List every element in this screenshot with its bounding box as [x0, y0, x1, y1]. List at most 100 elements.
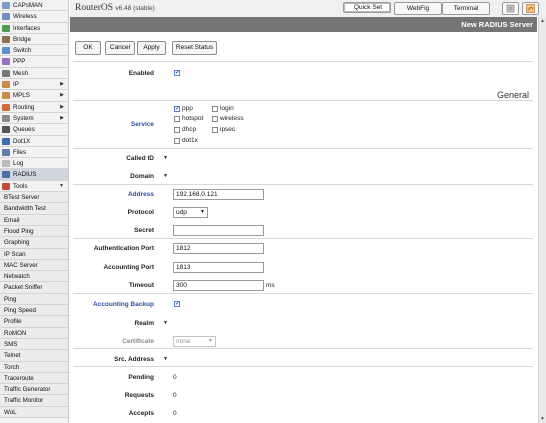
sidebar-item-tools[interactable]: Tools ▼ [0, 181, 68, 193]
secret-input[interactable] [173, 225, 264, 236]
realm-expand-icon[interactable]: ▼ [163, 320, 168, 326]
protocol-select[interactable]: udp ▼ [173, 207, 208, 218]
sidebar-item-interfaces[interactable]: Interfaces [0, 23, 68, 34]
apply-button[interactable]: Apply [137, 41, 166, 55]
tools-item-traffic-monitor[interactable]: Traffic Monitor [0, 395, 68, 407]
service-dot1x-checkbox[interactable] [174, 138, 180, 144]
tools-item-telnet[interactable]: Telnet [0, 350, 68, 362]
tools-item-traceroute[interactable]: Traceroute [0, 372, 68, 385]
divider [73, 366, 533, 367]
service-login-checkbox[interactable] [212, 106, 218, 112]
chevron-right-icon: ▶ [60, 103, 64, 110]
service-dhcp-label: dhcp [182, 126, 197, 133]
brand-title: RouterOS v6.48 (stable) [75, 3, 155, 13]
address-input[interactable] [173, 189, 264, 200]
certificate-select[interactable]: none ▼ [173, 336, 216, 347]
protocol-label: Protocol [127, 209, 154, 216]
tab-quick-set[interactable]: Quick Set [343, 2, 391, 13]
tools-item-graphing[interactable]: Graphing [0, 237, 68, 249]
divider [73, 61, 533, 62]
scroll-up-icon[interactable]: ▲ [540, 18, 545, 24]
sidebar-item-label: Tools [13, 182, 28, 190]
sidebar-item-files[interactable]: Files [0, 147, 68, 159]
reset-status-button[interactable]: Reset Status [172, 41, 217, 55]
tools-item-mac-server[interactable]: MAC Server [0, 259, 68, 272]
sidebar-item-ppp[interactable]: PPP [0, 56, 68, 68]
enabled-checkbox[interactable] [174, 69, 180, 76]
timeout-input[interactable] [173, 280, 264, 291]
sidebar-item-capsman[interactable]: CAPsMAN [0, 0, 68, 12]
tab-webfig[interactable]: WebFig [394, 2, 442, 15]
ok-button[interactable]: OK [75, 41, 101, 55]
accounting-backup-checkbox[interactable] [174, 300, 180, 307]
sidebar-item-log[interactable]: Log [0, 158, 68, 170]
tools-item-email[interactable]: Email [0, 214, 68, 226]
sidebar-item-label: IP [13, 81, 19, 89]
tools-item-torch[interactable]: Torch [0, 361, 68, 373]
service-ipsec-checkbox[interactable] [212, 127, 218, 133]
divider [73, 348, 533, 349]
cancel-button[interactable]: Cancel [105, 41, 135, 55]
settings-icon[interactable] [522, 2, 539, 15]
sidebar-item-ip[interactable]: IP ▶ [0, 79, 68, 91]
chevron-right-icon: ▶ [60, 92, 64, 99]
dot1x-icon [2, 137, 10, 145]
tools-item-profile[interactable]: Profile [0, 316, 68, 328]
tools-item-wol[interactable]: WoL [0, 406, 68, 418]
mpls-icon [2, 92, 10, 100]
sidebar-item-dot1x[interactable]: Dot1X [0, 136, 68, 147]
tools-item-btest-server[interactable]: BTest Server [0, 192, 68, 204]
chevron-down-icon: ▼ [208, 338, 213, 344]
sidebar-item-radius[interactable]: RADIUS [0, 169, 68, 181]
tools-item-ping-speed[interactable]: Ping Speed [0, 305, 68, 317]
called-id-expand-icon[interactable]: ▼ [163, 155, 168, 161]
sidebar-item-switch[interactable]: Switch [0, 45, 68, 57]
scroll-down-icon[interactable]: ▼ [540, 416, 545, 422]
service-ppp-checkbox[interactable] [174, 105, 180, 112]
auth-port-label: Authentication Port [93, 245, 154, 252]
acct-port-input[interactable] [173, 262, 264, 273]
tab-terminal[interactable]: Terminal [442, 2, 490, 15]
tools-item-flood-ping[interactable]: Flood Ping [0, 225, 68, 238]
sidebar-item-queues[interactable]: Queues [0, 124, 68, 136]
domain-label: Domain [130, 173, 154, 180]
switch-icon [2, 47, 10, 55]
design-skin-icon[interactable] [502, 2, 519, 15]
tools-item-sms[interactable]: SMS [0, 338, 68, 351]
service-login-label: login [220, 105, 234, 112]
tools-item-packet-sniffer[interactable]: Packet Sniffer [0, 282, 68, 294]
tools-item-romon[interactable]: RoMON [0, 327, 68, 339]
sidebar-item-label: Mesh [13, 69, 29, 77]
pending-label: Pending [128, 374, 154, 381]
sidebar-item-bridge[interactable]: Bridge [0, 34, 68, 46]
service-hotspot-checkbox[interactable] [174, 116, 180, 122]
interfaces-icon [2, 24, 10, 32]
sidebar-item-wireless[interactable]: Wireless [0, 11, 68, 23]
sidebar-item-mpls[interactable]: MPLS ▶ [0, 90, 68, 102]
service-wireless-checkbox[interactable] [212, 116, 218, 122]
tools-item-netwatch[interactable]: Netwatch [0, 271, 68, 283]
chevron-right-icon: ▶ [60, 114, 64, 121]
service-dhcp-checkbox[interactable] [174, 127, 180, 133]
divider [73, 238, 533, 239]
section-general: General [496, 90, 529, 100]
scrollbar[interactable]: ▲ ▼ [538, 17, 546, 423]
sidebar-menu: CAPsMAN Wireless Interfaces Bridge Switch PPP… [0, 0, 69, 423]
sidebar-item-routing[interactable]: Routing ▶ [0, 102, 68, 113]
tools-item-ping[interactable]: Ping [0, 293, 68, 306]
sidebar-item-label: MPLS [13, 92, 30, 100]
requests-label: Requests [124, 392, 154, 399]
src-address-expand-icon[interactable]: ▼ [163, 356, 168, 362]
tools-item-bandwidth-test[interactable]: Bandwidth Test [0, 203, 68, 215]
chevron-down-icon: ▼ [59, 182, 64, 189]
radius-icon [2, 171, 10, 179]
domain-expand-icon[interactable]: ▼ [163, 173, 168, 179]
ppp-icon [2, 58, 10, 66]
sidebar-item-label: Files [13, 148, 27, 156]
tools-item-traffic-generator[interactable]: Traffic Generator [0, 384, 68, 396]
sidebar-item-label: Bridge [13, 35, 31, 43]
sidebar-item-mesh[interactable]: Mesh [0, 68, 68, 80]
sidebar-item-system[interactable]: System ▶ [0, 113, 68, 125]
auth-port-input[interactable] [173, 243, 264, 254]
tools-item-ip-scan[interactable]: IP Scan [0, 248, 68, 260]
